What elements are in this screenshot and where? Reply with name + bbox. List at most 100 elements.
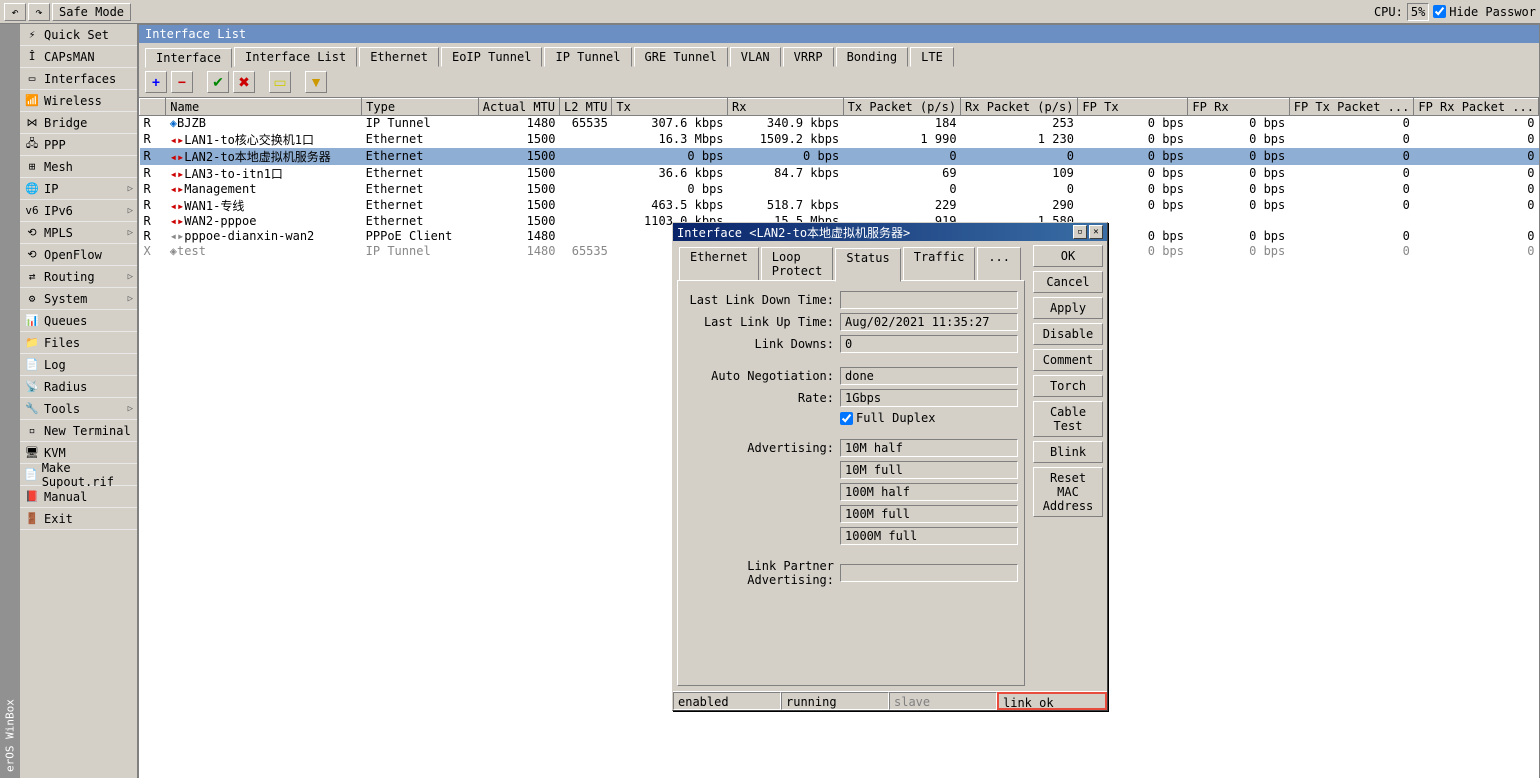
dialog-tab-loop-protect[interactable]: Loop Protect <box>761 247 834 281</box>
rate-input[interactable] <box>840 389 1018 407</box>
cable-test-button[interactable]: Cable Test <box>1033 401 1103 437</box>
sidebar-item-mesh[interactable]: ⊞Mesh <box>20 156 137 178</box>
sidebar-item-label: Tools <box>44 402 80 416</box>
column-header[interactable]: Actual MTU <box>478 99 559 116</box>
sidebar-item-new-terminal[interactable]: ▫New Terminal <box>20 420 137 442</box>
sidebar-item-label: IP <box>44 182 58 196</box>
sidebar-item-mpls[interactable]: ⟲MPLS▷ <box>20 222 137 244</box>
sidebar-item-capsman[interactable]: ÎCAPsMAN <box>20 46 137 68</box>
tab-ip-tunnel[interactable]: IP Tunnel <box>544 47 631 67</box>
auto-negotiation-label: Auto Negotiation: <box>684 369 840 383</box>
hide-passwords-checkbox[interactable]: Hide Passwor <box>1433 5 1536 19</box>
table-row[interactable]: R◂▸WAN1-专线Ethernet1500463.5 kbps518.7 kb… <box>140 197 1539 214</box>
torch-button[interactable]: Torch <box>1033 375 1103 397</box>
disable-button[interactable]: Disable <box>1033 323 1103 345</box>
column-header[interactable]: FP Rx <box>1188 99 1289 116</box>
column-header[interactable] <box>140 99 166 116</box>
sidebar-item-system[interactable]: ⚙System▷ <box>20 288 137 310</box>
undo-button[interactable]: ↶ <box>4 3 26 21</box>
tab-ethernet[interactable]: Ethernet <box>359 47 439 67</box>
dialog-close-button[interactable]: ✕ <box>1089 225 1103 239</box>
disable-button[interactable]: ✖ <box>233 71 255 93</box>
table-row[interactable]: R◂▸LAN1-to核心交换机1口Ethernet150016.3 Mbps15… <box>140 131 1539 148</box>
column-header[interactable]: FP Tx Packet ... <box>1289 99 1414 116</box>
tab-interface-list[interactable]: Interface List <box>234 47 357 67</box>
tab-gre-tunnel[interactable]: GRE Tunnel <box>634 47 728 67</box>
sidebar-item-label: OpenFlow <box>44 248 102 262</box>
reset-mac-address-button[interactable]: Reset MAC Address <box>1033 467 1103 517</box>
column-header[interactable]: Rx Packet (p/s) <box>961 99 1078 116</box>
sidebar-item-files[interactable]: 📁Files <box>20 332 137 354</box>
enable-button[interactable]: ✔ <box>207 71 229 93</box>
dialog-titlebar[interactable]: Interface <LAN2-to本地虚拟机服务器> ▫ ✕ <box>673 223 1107 241</box>
sidebar-item-ppp[interactable]: 🖧PPP <box>20 134 137 156</box>
dialog-minimize-button[interactable]: ▫ <box>1073 225 1087 239</box>
apply-button[interactable]: Apply <box>1033 297 1103 319</box>
advertising-input[interactable] <box>840 483 1018 501</box>
table-row[interactable]: R◂▸ManagementEthernet15000 bps000 bps0 b… <box>140 182 1539 197</box>
sidebar-item-radius[interactable]: 📡Radius <box>20 376 137 398</box>
cancel-button[interactable]: Cancel <box>1033 271 1103 293</box>
dialog-tab--[interactable]: ... <box>977 247 1021 281</box>
column-header[interactable]: Rx <box>728 99 844 116</box>
sidebar-item-interfaces[interactable]: ▭Interfaces <box>20 68 137 90</box>
sidebar-item-ipv6[interactable]: v6IPv6▷ <box>20 200 137 222</box>
sidebar-item-tools[interactable]: 🔧Tools▷ <box>20 398 137 420</box>
column-header[interactable]: L2 MTU <box>560 99 612 116</box>
app-title-vertical: erOS WinBox <box>0 24 20 778</box>
sidebar-item-manual[interactable]: 📕Manual <box>20 486 137 508</box>
sidebar-item-make-supout.rif[interactable]: 📄Make Supout.rif <box>20 464 137 486</box>
sidebar-item-ip[interactable]: 🌐IP▷ <box>20 178 137 200</box>
tab-lte[interactable]: LTE <box>910 47 954 67</box>
ok-button[interactable]: OK <box>1033 245 1103 267</box>
add-button[interactable]: + <box>145 71 167 93</box>
advertising-input[interactable] <box>840 439 1018 457</box>
safe-mode-button[interactable]: Safe Mode <box>52 3 131 21</box>
redo-button[interactable]: ↷ <box>28 3 50 21</box>
column-header[interactable]: FP Tx <box>1078 99 1188 116</box>
dialog-tab-ethernet[interactable]: Ethernet <box>679 247 759 281</box>
full-duplex-checkbox[interactable]: Full Duplex <box>840 411 935 425</box>
table-row[interactable]: R◂▸LAN2-to本地虚拟机服务器Ethernet15000 bps0 bps… <box>140 148 1539 165</box>
tab-vrrp[interactable]: VRRP <box>783 47 834 67</box>
dialog-tab-traffic[interactable]: Traffic <box>903 247 976 281</box>
sidebar-item-exit[interactable]: 🚪Exit <box>20 508 137 530</box>
auto-negotiation-input[interactable] <box>840 367 1018 385</box>
tab-bonding[interactable]: Bonding <box>836 47 909 67</box>
hide-passwords-input[interactable] <box>1433 5 1446 18</box>
sidebar-item-log[interactable]: 📄Log <box>20 354 137 376</box>
comment-button[interactable]: Comment <box>1033 349 1103 371</box>
sidebar-icon: 🚪 <box>24 511 40 527</box>
table-row[interactable]: R◈BJZBIP Tunnel148065535307.6 kbps340.9 … <box>140 116 1539 131</box>
advertising-input[interactable] <box>840 527 1018 545</box>
blink-button[interactable]: Blink <box>1033 441 1103 463</box>
sidebar-item-queues[interactable]: 📊Queues <box>20 310 137 332</box>
tab-interface[interactable]: Interface <box>145 48 232 68</box>
filter-button[interactable]: ▼ <box>305 71 327 93</box>
comment-button[interactable]: ▭ <box>269 71 291 93</box>
column-header[interactable]: Tx Packet (p/s) <box>843 99 960 116</box>
column-header[interactable]: Name <box>166 99 362 116</box>
remove-button[interactable]: − <box>171 71 193 93</box>
tab-vlan[interactable]: VLAN <box>730 47 781 67</box>
sidebar-item-quick-set[interactable]: ⚡Quick Set <box>20 24 137 46</box>
link-downs-input[interactable] <box>840 335 1018 353</box>
advertising-input[interactable] <box>840 461 1018 479</box>
column-header[interactable]: Tx <box>612 99 728 116</box>
column-header[interactable]: Type <box>362 99 479 116</box>
last-link-down-input[interactable] <box>840 291 1018 309</box>
status-enabled: enabled <box>673 692 781 710</box>
advertising-label: Advertising: <box>684 441 840 455</box>
sidebar-item-bridge[interactable]: ⋈Bridge <box>20 112 137 134</box>
column-header[interactable]: FP Rx Packet ... <box>1414 99 1539 116</box>
full-duplex-input[interactable] <box>840 412 853 425</box>
dialog-tab-status[interactable]: Status <box>835 248 900 282</box>
sidebar-item-wireless[interactable]: 📶Wireless <box>20 90 137 112</box>
advertising-input[interactable] <box>840 505 1018 523</box>
sidebar-item-routing[interactable]: ⇄Routing▷ <box>20 266 137 288</box>
link-partner-input[interactable] <box>840 564 1018 582</box>
sidebar-item-openflow[interactable]: ⟲OpenFlow <box>20 244 137 266</box>
table-row[interactable]: R◂▸LAN3-to-itn1口Ethernet150036.6 kbps84.… <box>140 165 1539 182</box>
tab-eoip-tunnel[interactable]: EoIP Tunnel <box>441 47 542 67</box>
last-link-up-input[interactable] <box>840 313 1018 331</box>
